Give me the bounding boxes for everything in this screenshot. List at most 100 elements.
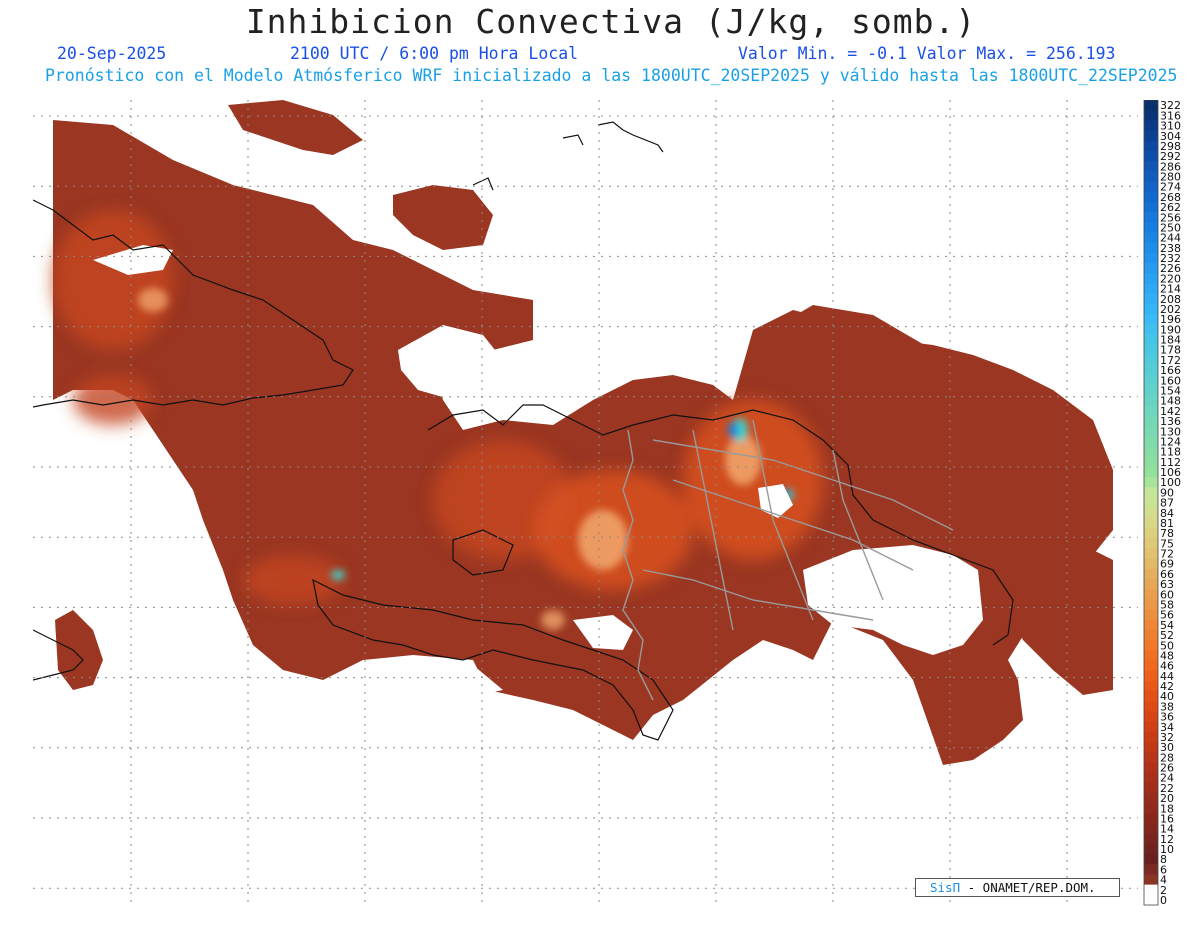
- cin-blue-1: [728, 422, 738, 438]
- color-swatch: [1144, 691, 1158, 702]
- color-swatch: [1144, 334, 1158, 346]
- cin-warm-6: [73, 375, 153, 425]
- color-swatch: [1144, 456, 1158, 468]
- color-swatch: [1144, 415, 1158, 427]
- valid-time: 2100 UTC / 6:00 pm Hora Local: [290, 44, 579, 63]
- color-swatch: [1144, 884, 1158, 896]
- color-swatch: [1144, 140, 1158, 152]
- color-swatch: [1144, 568, 1158, 580]
- color-swatch: [1144, 364, 1158, 376]
- color-swatch: [1144, 477, 1158, 488]
- color-swatch: [1144, 629, 1158, 641]
- color-swatch: [1144, 558, 1158, 570]
- color-swatch: [1144, 385, 1158, 397]
- map-title: Inhibicion Convectiva (J/kg, somb.): [245, 2, 977, 41]
- color-swatch: [1144, 171, 1158, 183]
- color-swatch: [1144, 660, 1158, 672]
- cin-warm-5: [243, 555, 343, 605]
- color-swatch: [1144, 120, 1158, 132]
- color-swatch: [1144, 212, 1158, 223]
- color-swatch: [1144, 772, 1158, 784]
- color-swatch: [1144, 293, 1158, 305]
- color-swatch: [1144, 150, 1158, 162]
- cin-field-shape-central-band: [393, 185, 493, 250]
- color-scale-value: 0: [1160, 894, 1167, 907]
- color-swatch: [1144, 324, 1158, 335]
- cin-field-shape-west-island: [55, 610, 103, 690]
- color-swatch: [1144, 263, 1158, 274]
- color-swatch: [1144, 792, 1158, 804]
- map-canvas: 22N21.5N21N20.5N20N19.5N19N18.5N18N17.5N…: [33, 100, 1138, 903]
- gap-southeast-dr: [803, 545, 983, 655]
- color-swatch: [1144, 436, 1158, 447]
- color-swatch: [1144, 578, 1158, 590]
- cin-cyan-3: [331, 570, 345, 580]
- color-scale-bar: 3223163103042982922862802742682622562502…: [1143, 100, 1181, 907]
- color-swatch: [1144, 894, 1158, 906]
- sispi-logo-text: SisΠ: [930, 880, 961, 895]
- convective-inhibition-field: [53, 100, 1113, 765]
- color-swatch: [1144, 752, 1158, 763]
- credit-text: - ONAMET/REP.DOM.: [960, 880, 1096, 895]
- color-swatch: [1144, 721, 1158, 733]
- color-swatch: [1144, 517, 1158, 529]
- coastline-bahamas-2: [472, 177, 494, 191]
- color-swatch: [1144, 446, 1158, 458]
- color-swatch: [1144, 731, 1158, 743]
- color-swatch: [1144, 242, 1158, 254]
- color-swatch: [1144, 823, 1158, 835]
- color-swatch: [1144, 375, 1158, 386]
- color-swatch: [1144, 609, 1158, 621]
- coastline-bahamas-1: [597, 121, 664, 153]
- color-swatch: [1144, 252, 1158, 264]
- color-swatch: [1144, 222, 1158, 233]
- color-swatch: [1144, 711, 1158, 723]
- color-swatch: [1144, 344, 1158, 356]
- color-swatch: [1144, 161, 1158, 172]
- color-swatch: [1144, 273, 1158, 284]
- color-swatch: [1144, 181, 1158, 193]
- color-swatch: [1144, 201, 1158, 213]
- color-swatch: [1144, 497, 1158, 509]
- color-swatch: [1144, 395, 1158, 407]
- color-swatch: [1144, 619, 1158, 631]
- color-swatch: [1144, 100, 1158, 111]
- cin-hot-3: [138, 288, 168, 312]
- forecast-info: Pronóstico con el Modelo Atmósferico WRF…: [45, 66, 1178, 85]
- color-swatch: [1144, 130, 1158, 142]
- color-swatch: [1144, 701, 1158, 712]
- color-swatch: [1144, 354, 1158, 366]
- color-scale-labels: 3223163103042982922862802742682622562502…: [1160, 100, 1181, 907]
- color-swatch: [1144, 762, 1158, 774]
- color-swatch: [1144, 813, 1158, 824]
- cin-hot-4: [541, 610, 565, 630]
- color-swatch: [1144, 548, 1158, 560]
- color-scale-swatches: [1143, 100, 1159, 906]
- map-panel: 22N21.5N21N20.5N20N19.5N19N18.5N18N17.5N…: [33, 100, 1138, 903]
- color-swatch: [1144, 864, 1158, 875]
- color-swatch: [1144, 283, 1158, 295]
- color-swatch: [1144, 313, 1158, 325]
- color-swatch: [1144, 680, 1158, 692]
- color-swatch: [1144, 640, 1158, 651]
- cin-hot-1: [578, 510, 628, 570]
- color-swatch: [1144, 303, 1158, 315]
- color-swatch: [1144, 843, 1158, 855]
- color-swatch: [1144, 466, 1158, 478]
- valid-date: 20-Sep-2025: [57, 44, 167, 63]
- min-max-values: Valor Min. = -0.1 Valor Max. = 256.193: [738, 44, 1116, 63]
- color-swatch: [1144, 854, 1158, 865]
- color-swatch: [1144, 833, 1158, 845]
- color-swatch: [1144, 874, 1158, 886]
- color-swatch: [1144, 232, 1158, 244]
- color-swatch: [1144, 741, 1158, 753]
- color-swatch: [1144, 426, 1158, 437]
- color-swatch: [1144, 405, 1158, 417]
- color-swatch: [1144, 507, 1158, 519]
- color-swatch: [1144, 599, 1158, 610]
- coastline-bahamas-3: [562, 134, 584, 146]
- color-swatch: [1144, 487, 1158, 498]
- color-swatch: [1144, 191, 1158, 203]
- cin-warm-1: [53, 210, 173, 350]
- color-swatch: [1144, 650, 1158, 661]
